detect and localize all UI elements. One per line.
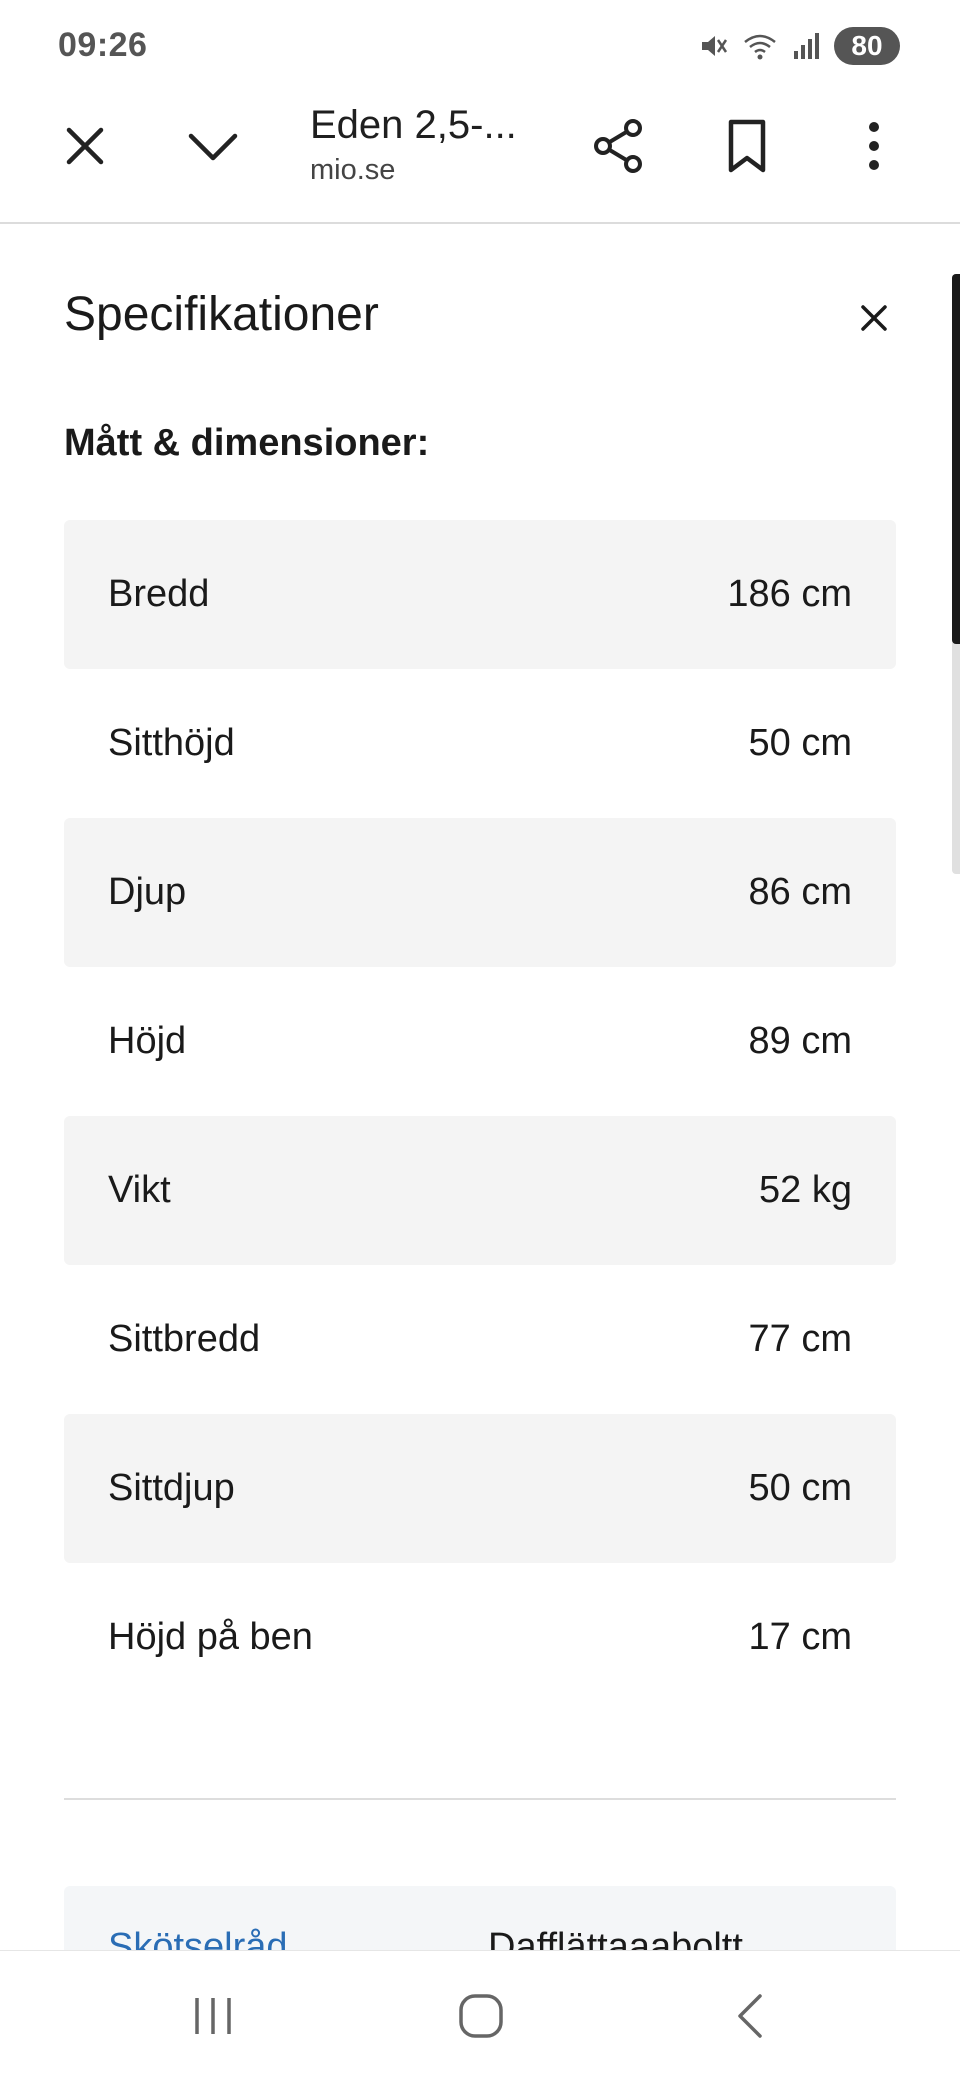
battery-icon: 80 <box>834 27 900 65</box>
spec-row: Bredd 186 cm <box>64 520 896 669</box>
spec-value: 86 cm <box>748 871 852 913</box>
page-title: Eden 2,5-... <box>310 103 517 147</box>
spec-label: Sitthöjd <box>108 722 235 764</box>
spec-value: 186 cm <box>727 573 852 615</box>
spec-value: 17 cm <box>748 1616 852 1658</box>
spec-row: Djup 86 cm <box>64 818 896 967</box>
scrollbar-thumb[interactable] <box>952 274 960 644</box>
back-button[interactable] <box>700 1976 800 2056</box>
sheet-title: Specifikationer <box>64 288 379 341</box>
spec-label: Vikt <box>108 1169 171 1211</box>
chevron-down-icon <box>188 133 238 161</box>
mute-icon <box>698 31 728 61</box>
bookmark-icon <box>728 119 766 173</box>
share-button[interactable] <box>578 106 658 186</box>
page-title-area[interactable]: Eden 2,5-... mio.se <box>310 100 550 188</box>
care-advice-value: Dafflättaaaboltt... <box>488 1926 775 1950</box>
spec-row: Sittbredd 77 cm <box>64 1265 896 1414</box>
specifications-sheet: Specifikationer Mått & dimensioner: Bred… <box>0 224 960 1950</box>
care-advice-link[interactable]: Skötselråd <box>108 1926 288 1950</box>
navigation-bar <box>0 1950 960 2081</box>
spec-label: Höjd på ben <box>108 1616 313 1658</box>
home-button[interactable] <box>431 1976 531 2056</box>
browser-toolbar: Eden 2,5-... mio.se <box>0 90 960 224</box>
page-domain: mio.se <box>310 154 396 186</box>
back-icon <box>738 1994 762 2038</box>
section-divider <box>64 1798 896 1800</box>
spec-label: Sittbredd <box>108 1318 261 1360</box>
spec-value: 89 cm <box>748 1020 852 1062</box>
recents-icon <box>195 1998 231 2034</box>
section-heading: Mått & dimensioner: <box>64 422 430 464</box>
spec-label: Bredd <box>108 573 210 615</box>
status-bar: 09:26 80 <box>0 0 960 90</box>
more-vertical-icon <box>869 122 879 170</box>
minimize-button[interactable] <box>173 106 253 186</box>
close-sheet-button[interactable] <box>844 288 904 348</box>
status-time: 09:26 <box>58 26 148 64</box>
more-options-button[interactable] <box>834 106 914 186</box>
spec-label: Höjd <box>108 1020 187 1062</box>
share-icon <box>594 119 642 173</box>
status-icons: 80 <box>698 24 900 68</box>
close-icon <box>861 305 887 331</box>
home-icon <box>459 1994 503 2038</box>
care-advice-card: Skötselråd Dafflättaaaboltt... <box>64 1886 896 1950</box>
close-icon <box>66 127 104 165</box>
spec-label: Sittdjup <box>108 1467 235 1509</box>
close-tab-button[interactable] <box>45 106 125 186</box>
spec-row: Höjd på ben 17 cm <box>64 1563 896 1712</box>
spec-row: Höjd 89 cm <box>64 967 896 1116</box>
spec-row: Sitthöjd 50 cm <box>64 669 896 818</box>
spec-value: 52 kg <box>759 1169 852 1211</box>
spec-value: 50 cm <box>748 722 852 764</box>
spec-value: 50 cm <box>748 1467 852 1509</box>
spec-value: 77 cm <box>748 1318 852 1360</box>
spec-label: Djup <box>108 871 187 913</box>
signal-icon <box>792 31 820 61</box>
wifi-icon <box>742 31 778 61</box>
recents-button[interactable] <box>163 1976 263 2056</box>
spec-row: Vikt 52 kg <box>64 1116 896 1265</box>
spec-list: Bredd 186 cm Sitthöjd 50 cm Djup 86 cm H… <box>64 520 896 1712</box>
spec-row: Sittdjup 50 cm <box>64 1414 896 1563</box>
bookmark-button[interactable] <box>707 106 787 186</box>
